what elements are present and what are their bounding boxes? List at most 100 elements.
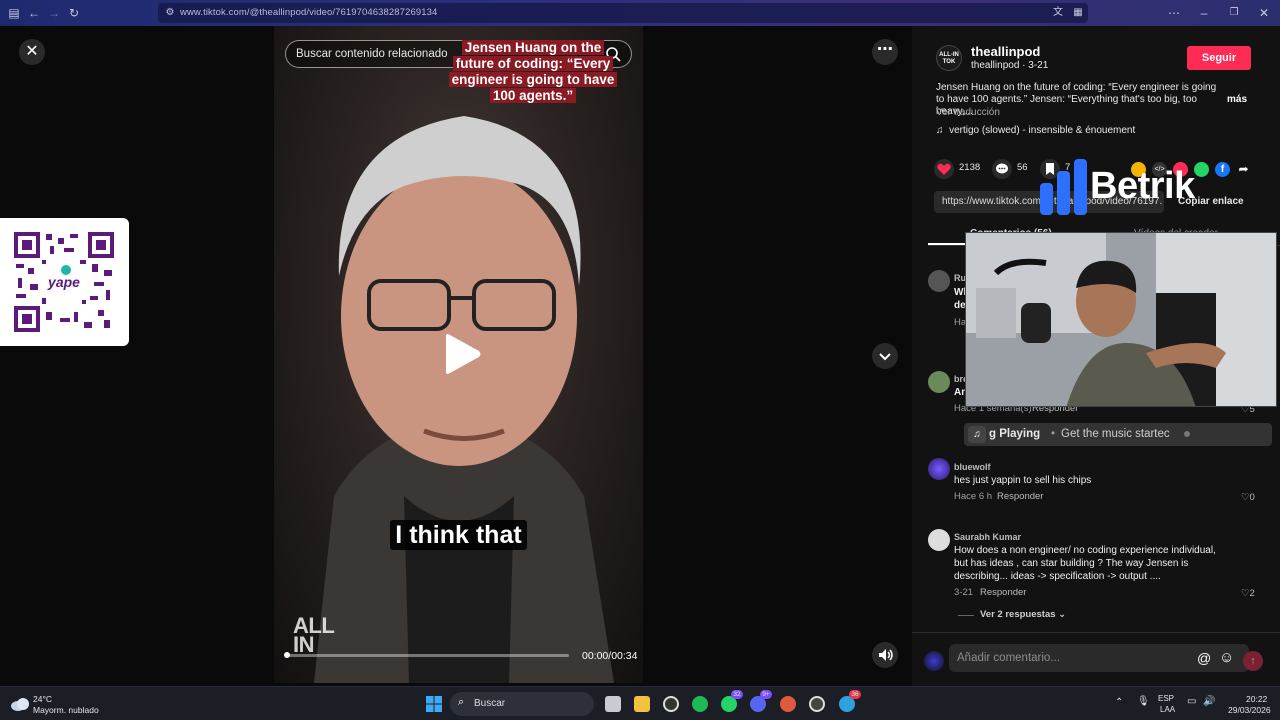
reply-button[interactable]: Responder — [980, 587, 1026, 598]
translate-icon[interactable]: 文 — [1050, 5, 1066, 21]
site-info-icon[interactable]: ⚙ — [162, 5, 178, 21]
like-button[interactable] — [934, 159, 954, 179]
replies-line — [958, 615, 974, 616]
claude-icon[interactable] — [780, 696, 796, 712]
weather-cloud-icon[interactable] — [10, 695, 30, 713]
language-layout[interactable]: LAA — [1160, 705, 1175, 715]
webcam-feed-image — [966, 233, 1276, 406]
minimize-icon[interactable]: – — [1196, 5, 1212, 21]
back-icon[interactable]: ← — [26, 5, 42, 21]
windows-start-icon[interactable] — [426, 696, 442, 712]
tray-expand-icon[interactable]: ⌃ — [1115, 698, 1123, 708]
heart-outline-icon: ♡ — [1241, 492, 1250, 503]
weather-desc[interactable]: Mayorm. nublado — [33, 705, 99, 715]
qr-code-card: yape — [0, 218, 129, 346]
speaker-icon[interactable]: 🔊 — [1203, 697, 1215, 707]
share-arrow-icon[interactable]: ➦ — [1236, 162, 1251, 177]
more-dots-icon: ⋯ — [877, 41, 893, 58]
comment-avatar[interactable] — [928, 458, 950, 480]
music-link[interactable]: ♫ vertigo (slowed) - insensible & énouem… — [936, 125, 1135, 136]
comment-count: 56 — [1017, 162, 1028, 173]
heart-outline-icon: ♡ — [1241, 588, 1250, 599]
reload-icon[interactable]: ↻ — [66, 5, 82, 21]
comment-meta: Hace 6 h — [954, 491, 993, 502]
clock-time[interactable]: 20:22 — [1246, 694, 1267, 704]
url-text[interactable]: www.tiktok.com/@theallinpod/video/761970… — [180, 7, 437, 18]
task-view-icon[interactable] — [605, 696, 621, 712]
description-more-link[interactable]: más — [1227, 94, 1247, 105]
video-subtitle-text: I think that — [390, 520, 527, 550]
author-avatar[interactable]: ALL-IN TOK — [936, 45, 962, 71]
sidebar-toggle-icon[interactable]: ▤ — [6, 5, 22, 21]
comment-like[interactable]: ♡2 — [1241, 588, 1255, 599]
arrow-up-icon: ↑ — [1250, 655, 1256, 667]
menu-dots-icon[interactable]: ⋯ — [1166, 5, 1182, 21]
video-progress-handle[interactable] — [284, 652, 290, 658]
video-top-caption-text: Jensen Huang on the future of coding: “E… — [448, 40, 618, 103]
comment-avatar[interactable] — [928, 371, 950, 393]
reader-mode-icon[interactable]: ▦ — [1070, 5, 1086, 21]
taskbar-search[interactable]: ⌕ Buscar — [450, 692, 594, 716]
comment-composer: Añadir comentario... @ ☺ ↑ — [912, 632, 1280, 686]
music-note-icon: ♫ — [936, 125, 950, 136]
comment-input[interactable]: Añadir comentario... @ ☺ — [949, 644, 1249, 672]
like-count: 2138 — [959, 162, 981, 173]
clock-date[interactable]: 29/03/2026 — [1228, 705, 1271, 715]
discord-badge: 9+ — [760, 690, 772, 699]
video-player[interactable]: Buscar contenido relacionado Jensen Huan… — [274, 26, 643, 683]
comment-avatar[interactable] — [928, 529, 950, 551]
app-icon[interactable] — [809, 696, 825, 712]
view-replies-button[interactable]: Ver 2 respuestas ⌄ — [980, 609, 1066, 620]
weather-temp[interactable]: 24°C — [33, 694, 52, 704]
network-icon[interactable]: ▭ — [1187, 697, 1196, 707]
close-video-button[interactable]: ✕ — [19, 39, 45, 65]
microphone-icon[interactable]: 🎙 — [1137, 697, 1150, 707]
comment-text-line2: de — [954, 300, 966, 311]
browser-toolbar: ▤ ← → ↻ ⚙ www.tiktok.com/@theallinpod/vi… — [0, 0, 1280, 26]
mention-icon[interactable]: @ — [1197, 650, 1211, 666]
language-code[interactable]: ESP — [1158, 694, 1174, 704]
video-time: 00:00/00:34 — [582, 650, 638, 662]
video-progress-bar[interactable] — [286, 654, 569, 657]
author-avatar-line2: TOK — [942, 59, 956, 65]
author-name[interactable]: theallinpod — [971, 44, 1040, 59]
toast-dot — [1184, 431, 1190, 437]
obs-icon[interactable] — [663, 696, 679, 712]
play-icon[interactable] — [442, 333, 482, 375]
toast-separator: • — [1051, 428, 1056, 440]
send-comment-button[interactable]: ↑ — [1243, 651, 1263, 671]
maximize-icon[interactable]: ❐ — [1226, 5, 1242, 21]
spotify-icon[interactable] — [692, 696, 708, 712]
next-video-button[interactable] — [872, 343, 898, 369]
comment-username[interactable]: bluewolf — [954, 462, 991, 472]
volume-button[interactable] — [872, 642, 898, 668]
comment-avatar[interactable] — [928, 270, 950, 292]
address-bar[interactable]: ⚙ www.tiktok.com/@theallinpod/video/7619… — [158, 3, 1088, 23]
window-close-icon[interactable]: ✕ — [1256, 5, 1272, 21]
comment-like-count: 0 — [1249, 492, 1255, 503]
translate-link[interactable]: Ver traducción — [936, 107, 1000, 118]
view-replies-label: Ver 2 respuestas — [980, 609, 1056, 620]
file-explorer-icon[interactable] — [634, 696, 650, 712]
comment-input-placeholder: Añadir comentario... — [957, 652, 1060, 664]
more-options-button[interactable]: ⋯ — [872, 39, 898, 65]
reply-button[interactable]: Responder — [997, 491, 1043, 502]
comment-like[interactable]: ♡0 — [1241, 492, 1255, 503]
betrik-logo-overlay: Betrik — [1040, 159, 1220, 217]
now-playing-toast: ♫ g Playing • Get the music startec — [964, 423, 1272, 446]
video-stage: ✕ yape Buscar contenido relacionado Jens… — [0, 26, 912, 686]
music-title: vertigo (slowed) - insensible & énouemen… — [949, 125, 1136, 136]
webcam-overlay — [965, 232, 1277, 407]
video-top-caption: Jensen Huang on the future of coding: “E… — [448, 40, 618, 104]
whatsapp-badge: 32 — [731, 690, 743, 699]
qr-code-icon: yape — [14, 232, 114, 332]
video-subtitle: I think that — [274, 520, 643, 550]
comment-button[interactable] — [992, 159, 1012, 179]
emoji-icon[interactable]: ☺ — [1219, 649, 1234, 666]
my-avatar — [924, 651, 944, 671]
taskbar-search-label: Buscar — [474, 698, 506, 709]
follow-button[interactable]: Seguir — [1187, 46, 1251, 70]
forward-icon[interactable]: → — [46, 5, 62, 21]
comment-username[interactable]: Saurabh Kumar — [954, 532, 1021, 542]
search-icon: ⌕ — [458, 696, 465, 708]
